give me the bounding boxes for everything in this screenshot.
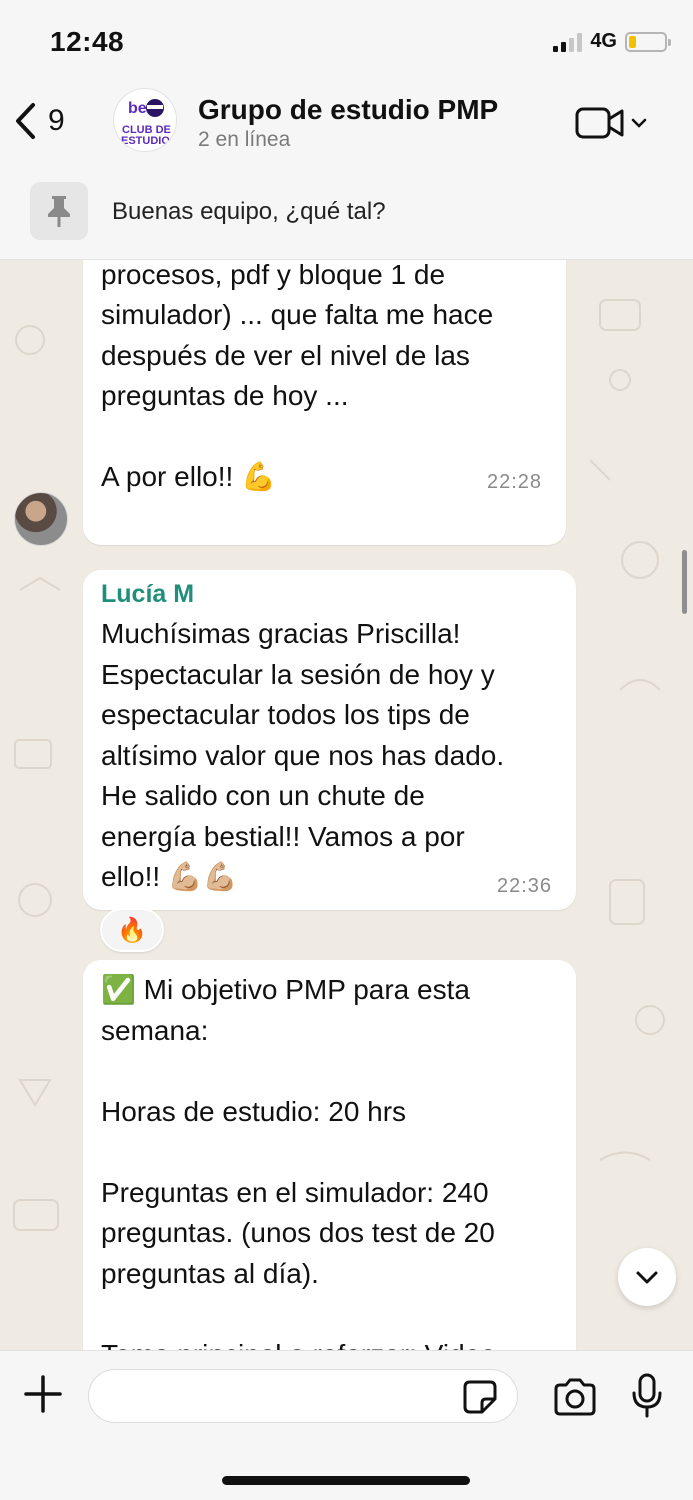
pinned-message-bar[interactable]: Buenas equipo, ¿qué tal?	[0, 162, 693, 260]
status-time: 12:48	[50, 26, 125, 57]
unread-count: 9	[48, 104, 65, 137]
battery-icon	[625, 31, 671, 52]
plus-icon	[24, 1375, 62, 1413]
chevron-left-icon	[16, 103, 35, 139]
battery-level	[629, 35, 636, 48]
message-text: Procesos (Video grupo de procesos, pdf y…	[101, 260, 494, 492]
group-avatar[interactable]: be CLUB DE ESTUDIO	[113, 88, 177, 152]
fire-reaction-icon: 🔥	[117, 916, 147, 944]
sticker-button[interactable]	[462, 1379, 498, 1420]
status-indicators: 4G	[553, 30, 671, 53]
status-bar: 12:48 4G	[0, 0, 693, 86]
chat-header: 9 be CLUB DE ESTUDIO Grupo de estudio PM…	[0, 86, 693, 162]
video-call-button[interactable]	[575, 106, 647, 140]
camera-button[interactable]	[552, 1377, 598, 1422]
message-time: 22:36	[497, 875, 553, 897]
sender-avatar[interactable]	[14, 492, 68, 546]
online-status: 2 en línea	[198, 128, 291, 151]
avatar-logo-text: be	[128, 100, 147, 117]
microphone-button[interactable]	[630, 1373, 664, 1424]
message-bubble[interactable]: ✅ Mi objetivo PMP para esta semana: Hora…	[83, 960, 576, 1350]
group-name[interactable]: Grupo de estudio PMP	[198, 94, 498, 126]
video-call-icon	[575, 107, 624, 139]
attach-button[interactable]	[22, 1373, 64, 1420]
message-bubble[interactable]: Lucía M Muchísimas gracias Priscilla! Es…	[83, 570, 576, 910]
signal-icon	[553, 32, 583, 52]
message-bubble[interactable]: Procesos (Video grupo de procesos, pdf y…	[83, 260, 566, 545]
back-button[interactable]: 9	[14, 102, 65, 140]
sticker-icon	[463, 1380, 497, 1414]
message-input[interactable]	[88, 1369, 518, 1423]
reaction-badge[interactable]: 🔥	[100, 908, 164, 952]
chevron-down-icon	[631, 118, 647, 128]
chat-area[interactable]: Procesos (Video grupo de procesos, pdf y…	[0, 260, 693, 1350]
chevron-down-icon	[636, 1271, 658, 1284]
pinned-text: Buenas equipo, ¿qué tal?	[112, 198, 386, 225]
message-text: ✅ Mi objetivo PMP para esta semana: Hora…	[101, 974, 496, 1350]
sender-name[interactable]: Lucía M	[101, 580, 194, 609]
avatar-text-line2: ESTUDIO	[121, 135, 170, 147]
message-time: 22:28	[487, 471, 543, 493]
club-logo-icon: be CLUB DE ESTUDIO	[114, 89, 176, 151]
camera-icon	[554, 1378, 596, 1416]
network-type: 4G	[590, 30, 617, 52]
scrollbar[interactable]	[682, 550, 687, 614]
microphone-icon	[632, 1373, 662, 1418]
message-text: Muchísimas gracias Priscilla! Espectacul…	[101, 618, 505, 892]
scroll-to-bottom-button[interactable]	[618, 1248, 676, 1306]
home-indicator[interactable]	[222, 1476, 470, 1485]
pin-icon	[30, 182, 88, 240]
